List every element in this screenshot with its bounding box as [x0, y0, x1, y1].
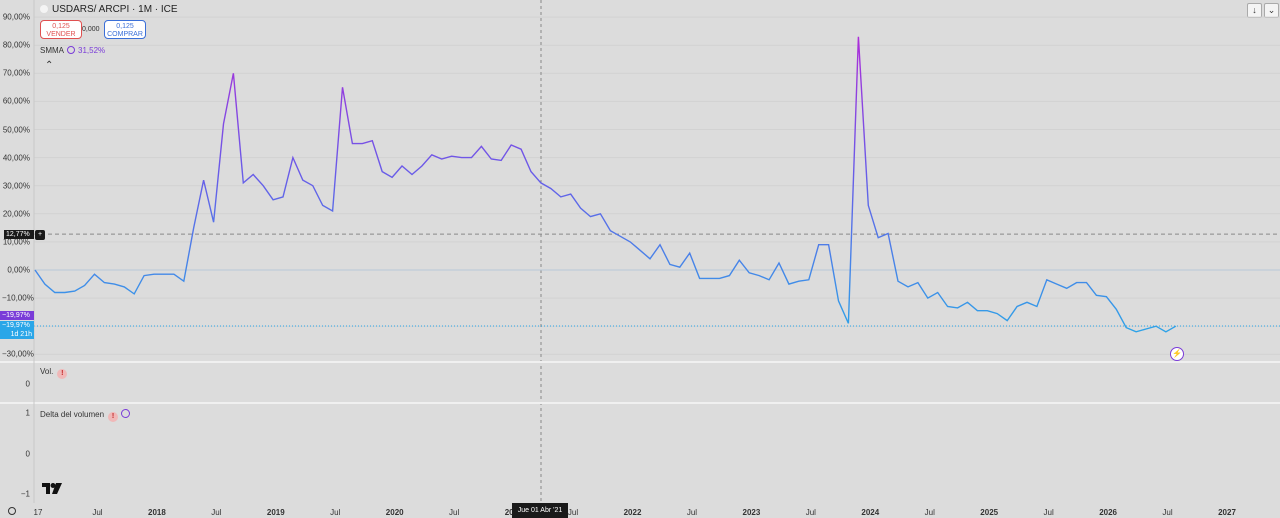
x-tick-label: Jul — [92, 508, 103, 517]
x-tick-label: 2026 — [1099, 508, 1117, 517]
y-tick-label: 70,00% — [2, 68, 30, 78]
pane-tick-label: 1 — [25, 408, 30, 418]
y-tick-label: 20,00% — [2, 209, 30, 219]
volume-label: Vol. — [40, 367, 54, 376]
tradingview-logo-icon[interactable] — [42, 483, 62, 494]
pane-tick-label: 0 — [25, 379, 30, 389]
y-tick-label: 60,00% — [2, 96, 30, 106]
x-tick-label: 17 — [33, 508, 43, 517]
last-price-tag: 12,77% — [4, 230, 34, 239]
series-line — [34, 36, 1177, 333]
x-tick-label: 2024 — [861, 508, 880, 517]
grid-lines — [34, 16, 1280, 355]
delta-label: Delta del volumen — [40, 410, 105, 419]
x-tick-label: Jul — [449, 508, 460, 517]
delta-pane-label[interactable]: Delta del volumen! — [40, 409, 131, 422]
crosshair-date-label: Jue 01 Abr '21 — [512, 503, 568, 518]
x-tick-label: Jul — [805, 508, 816, 517]
current-price-tag: −19,97% 1d 21h — [0, 321, 34, 339]
price-chart[interactable] — [0, 0, 1280, 518]
plus-icon[interactable]: + — [35, 230, 45, 240]
x-tick-label: Jul — [924, 508, 935, 517]
volume-pane-label[interactable]: Vol.! — [40, 367, 68, 379]
x-tick-label: Jul — [686, 508, 698, 517]
y-tick-label: 50,00% — [2, 125, 30, 134]
lightning-icon[interactable]: ⚡ — [1170, 347, 1184, 361]
x-tick-label: 2018 — [147, 508, 166, 517]
y-tick-label: 80,00% — [2, 40, 30, 50]
y-tick-label: −30,00% — [2, 349, 34, 359]
settings-icon[interactable] — [8, 507, 16, 515]
x-tick-label: 2022 — [623, 508, 642, 517]
y-tick-label: 90,00% — [2, 12, 30, 22]
x-tick-label: Jul — [567, 508, 579, 517]
x-tick-label: 2019 — [266, 508, 285, 517]
x-tick-label: Jul — [1043, 508, 1054, 517]
y-tick-label: 30,00% — [2, 181, 30, 191]
warning-icon[interactable]: ! — [108, 412, 119, 422]
y-tick-label: −10,00% — [2, 293, 34, 303]
y-tick-label: 40,00% — [2, 153, 30, 163]
x-tick-label: Jul — [1162, 508, 1173, 517]
y-tick-label: 0,00% — [7, 265, 30, 275]
current-price-value: −19,97% — [2, 322, 30, 329]
x-tick-label: Jul — [330, 508, 341, 517]
sync-icon[interactable] — [121, 409, 131, 418]
countdown: 1d 21h — [10, 331, 32, 338]
pane-tick-label: 0 — [25, 449, 30, 459]
x-tick-label: 2027 — [1218, 508, 1236, 517]
x-tick-label: 2025 — [980, 508, 999, 517]
x-tick-label: 2020 — [385, 508, 404, 517]
smma-price-tag: −19,97% — [0, 311, 34, 320]
pane-tick-label: −1 — [20, 489, 30, 499]
x-tick-label: 2023 — [742, 508, 761, 517]
x-tick-label: Jul — [211, 508, 222, 517]
warning-icon[interactable]: ! — [57, 369, 68, 379]
